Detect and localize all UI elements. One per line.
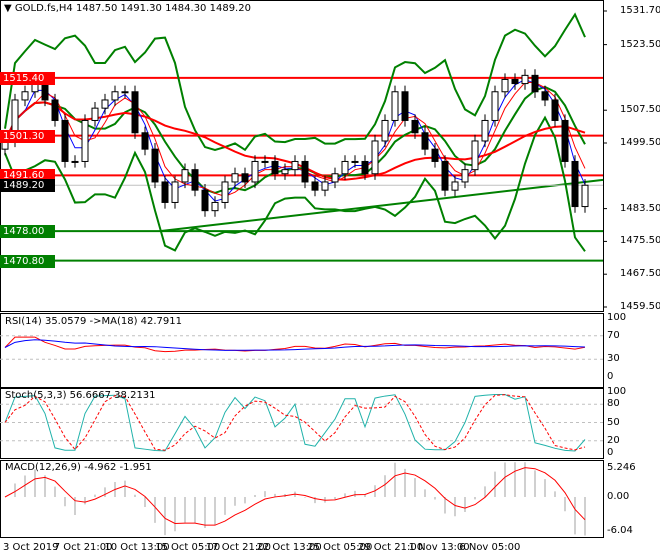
candle [281,169,289,175]
price-tick-label: 1507.50 [620,104,660,116]
x-tick-label: 6 Nov 05:00 [459,542,521,553]
chart-header: ▼ GOLD.fs,H4 1487.50 1491.30 1484.30 148… [4,3,251,14]
candle [141,132,149,150]
price-tick-label: 1531.70 [620,5,660,16]
candle [251,160,259,183]
candle [491,91,499,121]
stoch-tick-label: 50 [607,416,620,428]
rsi-tick-label: 0 [607,371,614,382]
candle [91,107,99,121]
candle [321,181,329,191]
stoch-label: Stoch(5,3,3) 56.6667 38.2131 [5,390,156,401]
candle [301,160,309,183]
candle [461,169,469,183]
macd-label: MACD(12,26,9) -4.962 -1.951 [5,462,152,473]
candle [231,173,239,183]
open-value: 1487.50 [75,3,118,14]
level-tag: 1515.40 [0,71,55,85]
candle [191,169,199,191]
stoch-tick-label: 0 [607,447,614,458]
candle [451,181,459,191]
x-tick-label: 3 Oct 2019 [3,542,59,553]
candle [501,78,509,93]
candle [171,181,179,203]
candle [581,184,589,208]
candle [411,119,419,134]
candle [471,140,479,171]
stoch-tick-label: 80 [607,398,620,410]
candle [401,91,409,121]
candle [511,78,519,85]
macd-tick-label: 0.00 [607,491,630,502]
price-tick-label: 1475.50 [620,235,660,247]
candle [211,201,219,212]
candle [531,74,539,93]
level-tag: 1501.30 [0,129,55,143]
macd-tick-label: -6.04 [607,524,633,536]
candle [61,119,69,162]
candle [161,181,169,203]
candle [481,119,489,142]
candle [561,119,569,162]
candle [101,99,109,109]
candle [571,160,579,208]
symbol: GOLD.fs [14,3,56,14]
low-value: 1484.30 [165,3,207,14]
candle [81,119,89,162]
candle [131,91,139,134]
candle [21,91,29,101]
price-tick-label: 1483.50 [620,202,660,214]
candle [311,181,319,191]
stoch-tick-label: 20 [607,434,620,446]
candle [361,160,369,175]
candle [341,160,349,175]
price-tick-label: 1523.50 [620,38,660,50]
price-tick-label: 1459.50 [620,301,660,312]
rsi-tick-label: 100 [607,312,627,323]
level-tag: 1478.00 [0,225,55,239]
candle [151,148,159,183]
candle [331,173,339,183]
candle [541,91,549,101]
close-value: 1489.20 [209,3,251,14]
high-value: 1491.30 [120,3,162,14]
candle [521,74,529,85]
timeframe: H4 [58,3,73,14]
candle [51,99,59,121]
candle [181,169,189,183]
macd-tick-label: 5.246 [607,461,636,473]
panel-0 [0,0,604,312]
candle [271,160,279,175]
rsi-tick-label: 30 [607,353,620,365]
chart-canvas[interactable] [0,0,660,560]
candle [221,181,229,203]
candle [261,160,269,163]
rsi-label: RSI(14) 35.0579 ->MA(18) 42.7911 [5,316,182,327]
candle [71,160,79,163]
chart-window: ▼ GOLD.fs,H4 1487.50 1491.30 1484.30 148… [0,0,660,560]
dropdown-triangle-icon[interactable]: ▼ [4,3,12,14]
candle [431,148,439,162]
candle [111,91,119,101]
price-tick-label: 1499.50 [620,137,660,148]
price-tick-label: 1467.50 [620,268,660,280]
candle [371,140,379,175]
candle [291,160,299,171]
rsi-tick-label: 70 [607,329,620,341]
candle [421,132,429,150]
candle [121,91,129,94]
candle [351,160,359,163]
candle [551,99,559,121]
bollinger-upper [4,12,586,152]
candle [381,119,389,142]
level-tag: 1470.80 [0,254,55,268]
candle [391,91,399,121]
candle [201,189,209,212]
candle [241,173,249,183]
candle [441,160,449,191]
current-price-tag: 1489.20 [0,179,55,193]
stoch-tick-label: 100 [607,386,627,397]
